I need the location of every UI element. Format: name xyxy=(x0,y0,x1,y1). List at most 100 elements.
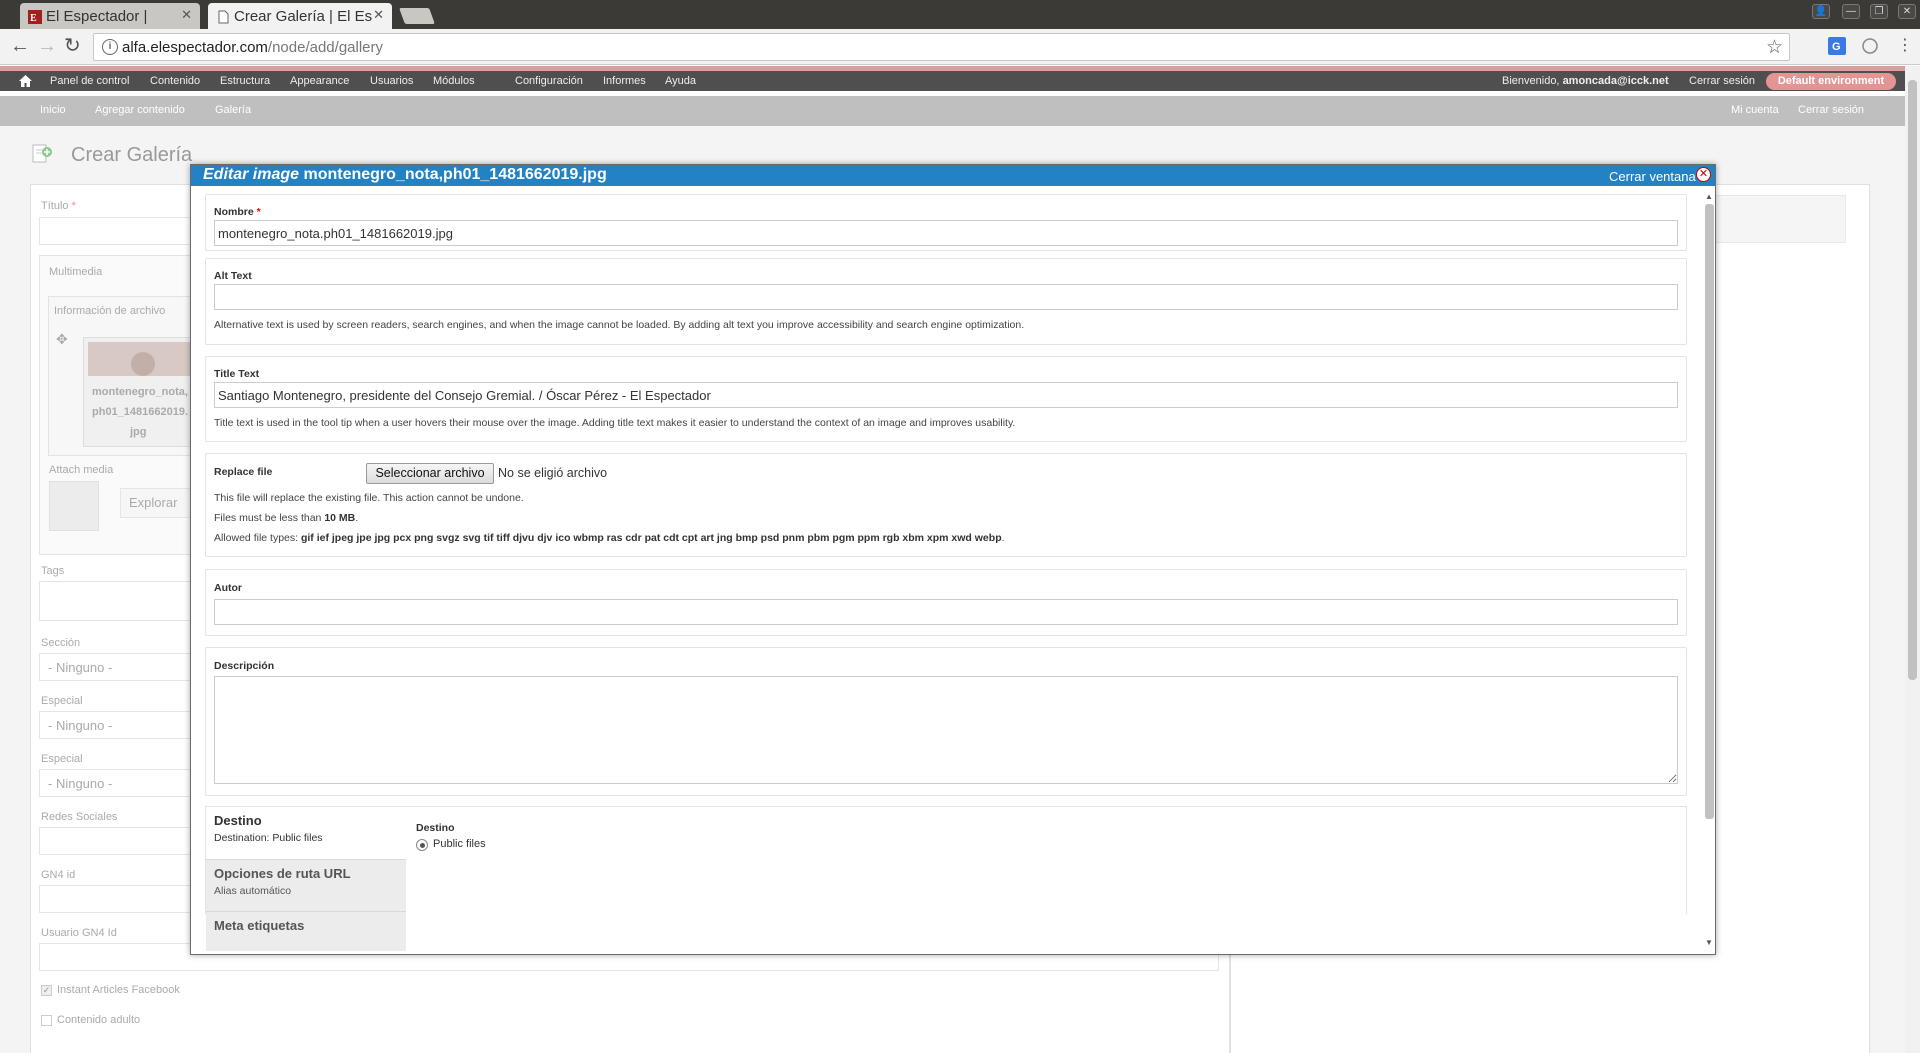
browser-tab-elespectador[interactable]: E El Espectador | ✕ xyxy=(20,3,200,29)
site-info-icon[interactable]: i xyxy=(102,39,118,55)
menu-contenido[interactable]: Contenido xyxy=(150,75,200,87)
address-bar[interactable]: i alfa.elespectador.com/node/add/gallery… xyxy=(93,33,1790,61)
instant-articles-checkbox[interactable]: ✓ xyxy=(41,985,52,996)
menu-estructura[interactable]: Estructura xyxy=(220,75,270,87)
menu-logout[interactable]: Cerrar sesión xyxy=(1689,75,1755,87)
modal-scrollbar-thumb[interactable] xyxy=(1705,204,1714,819)
vtab-meta-tags[interactable]: Meta etiquetas xyxy=(206,911,406,951)
edit-image-modal: Editar image montenegro_nota,ph01_148166… xyxy=(190,164,1716,955)
shortcut-galeria[interactable]: Galería xyxy=(215,104,251,116)
tab-close-icon[interactable]: ✕ xyxy=(181,7,192,23)
forward-icon[interactable]: → xyxy=(37,36,57,56)
tab-close-icon[interactable]: ✕ xyxy=(373,7,384,23)
menu-modulos[interactable]: Módulos xyxy=(433,75,475,87)
autor-input[interactable] xyxy=(214,599,1678,625)
select-file-button[interactable]: Seleccionar archivo xyxy=(366,463,494,484)
scroll-down-icon[interactable]: ▼ xyxy=(1705,938,1713,947)
home-icon[interactable] xyxy=(19,75,32,87)
alt-text-label: Alt Text xyxy=(214,270,252,282)
menu-informes[interactable]: Informes xyxy=(603,75,646,87)
menu-usuarios[interactable]: Usuarios xyxy=(370,75,413,87)
contenido-adulto-checkbox[interactable] xyxy=(41,1015,52,1026)
menu-panel-control[interactable]: Panel de control xyxy=(50,75,130,87)
url-text[interactable]: alfa.elespectador.com/node/add/gallery xyxy=(122,39,383,56)
vtab-url-options[interactable]: Opciones de ruta URL Alias automático xyxy=(206,859,406,911)
minimize-button[interactable]: — xyxy=(1842,4,1860,19)
reload-icon[interactable]: ↻ xyxy=(64,36,81,56)
descripcion-textarea[interactable] xyxy=(214,676,1678,784)
attach-media-label: Attach media xyxy=(49,464,114,476)
shortcut-agregar-contenido[interactable]: Agregar contenido xyxy=(95,104,185,116)
shortcuts-bar: Inicio Agregar contenido Galería Mi cuen… xyxy=(0,96,1905,126)
vtab-url-summary: Alias automático xyxy=(214,885,292,897)
environment-badge[interactable]: Default environment xyxy=(1766,73,1896,90)
usuario-gn4-label: Usuario GN4 Id xyxy=(41,927,117,939)
close-window-link[interactable]: Cerrar ventana xyxy=(1609,169,1696,184)
menu-configuracion[interactable]: Configuración xyxy=(515,75,583,87)
tags-label: Tags xyxy=(41,565,65,577)
page-title: Crear Galería xyxy=(71,144,193,166)
autor-field: Autor xyxy=(205,569,1687,636)
alt-text-input[interactable] xyxy=(214,284,1678,310)
page-scrollbar-thumb[interactable] xyxy=(1908,80,1917,680)
back-icon[interactable]: ← xyxy=(10,36,30,56)
replace-file-label: Replace file xyxy=(214,466,273,478)
alt-text-field: Alt Text Alternative text is used by scr… xyxy=(205,258,1687,345)
restore-button[interactable]: ❐ xyxy=(1870,4,1888,19)
menu-appearance[interactable]: Appearance xyxy=(290,75,349,87)
vtab-destino[interactable]: Destino Destination: Public files xyxy=(206,807,406,859)
attach-media-preview xyxy=(49,481,99,531)
vtab-destino-summary: Destination: Public files xyxy=(214,832,323,844)
scroll-up-icon[interactable]: ▲ xyxy=(1705,192,1713,201)
seccion-label: Sección xyxy=(41,637,81,649)
close-icon[interactable]: ✕ xyxy=(1696,167,1711,182)
replace-file-field: Replace file Seleccionar archivo No se e… xyxy=(205,453,1687,557)
thumbnail-caption-1: montenegro_nota, xyxy=(92,386,188,398)
vtab-url-title: Opciones de ruta URL xyxy=(214,866,351,881)
thumbnail-caption-3: jpg xyxy=(130,426,147,438)
contenido-adulto-label: Contenido adulto xyxy=(57,1014,141,1026)
shortcut-mi-cuenta[interactable]: Mi cuenta xyxy=(1731,104,1779,116)
tab-title: Crear Galería | El Es xyxy=(234,8,373,25)
titulo-label: Título * xyxy=(41,200,76,212)
autor-label: Autor xyxy=(214,582,242,594)
close-window-button[interactable]: ✕ xyxy=(1898,4,1916,19)
browser-tab-crear-galeria[interactable]: Crear Galería | El Es ✕ xyxy=(208,3,392,29)
file-status: No se eligió archivo xyxy=(498,466,608,480)
modal-body: Nombre * montenegro_nota.ph01_1481662019… xyxy=(191,186,1715,954)
especial-label-1: Especial xyxy=(41,695,83,707)
menu-ayuda[interactable]: Ayuda xyxy=(665,75,696,87)
admin-menu: Panel de control Contenido Estructura Ap… xyxy=(0,66,1905,91)
drag-handle-icon[interactable]: ✥ xyxy=(56,331,68,348)
nombre-input[interactable]: montenegro_nota.ph01_1481662019.jpg xyxy=(214,220,1678,246)
page-favicon-icon xyxy=(218,10,229,24)
destino-label: Destino xyxy=(416,822,455,834)
tab-title: El Espectador | xyxy=(46,8,148,25)
modal-header: Editar image montenegro_nota,ph01_148166… xyxy=(191,165,1715,186)
public-files-radio[interactable] xyxy=(416,839,428,851)
username[interactable]: amoncada@icck.net xyxy=(1563,75,1669,87)
shortcut-inicio[interactable]: Inicio xyxy=(40,104,66,116)
browser-toolbar: ← → ↻ i alfa.elespectador.com/node/add/g… xyxy=(0,29,1920,65)
profile-icon[interactable]: 👤 xyxy=(1812,4,1830,19)
multimedia-label: Multimedia xyxy=(49,266,103,278)
thumbnail-caption-2: ph01_1481662019. xyxy=(92,406,189,418)
welcome-text: Bienvenido, amoncada@icck.net xyxy=(1502,75,1669,87)
extension-icon[interactable] xyxy=(1861,37,1879,55)
vtab-destino-title: Destino xyxy=(214,813,262,828)
allowed-file-types: Allowed file types: gif ief jpeg jpe jpg… xyxy=(214,532,1005,544)
page-scrollbar[interactable] xyxy=(1905,66,1920,1053)
gn4id-label: GN4 id xyxy=(41,869,76,881)
new-tab-button[interactable] xyxy=(399,8,435,24)
descripcion-label: Descripción xyxy=(214,660,275,672)
instant-articles-label: Instant Articles Facebook xyxy=(57,984,180,996)
translate-extension-icon[interactable]: G xyxy=(1828,37,1846,55)
modal-scrollbar[interactable]: ▲ ▼ xyxy=(1704,192,1715,947)
menu-kebab-icon[interactable]: ⋮ xyxy=(1897,36,1913,56)
title-text-input[interactable]: Santiago Montenegro, presidente del Cons… xyxy=(214,382,1678,408)
modal-title: Editar image montenegro_nota,ph01_148166… xyxy=(203,166,607,183)
redes-label: Redes Sociales xyxy=(41,811,118,823)
vertical-tabs: Destino Destination: Public files Opcion… xyxy=(205,806,1687,951)
shortcut-cerrar-sesion[interactable]: Cerrar sesión xyxy=(1798,104,1864,116)
bookmark-star-icon[interactable]: ☆ xyxy=(1766,36,1783,59)
